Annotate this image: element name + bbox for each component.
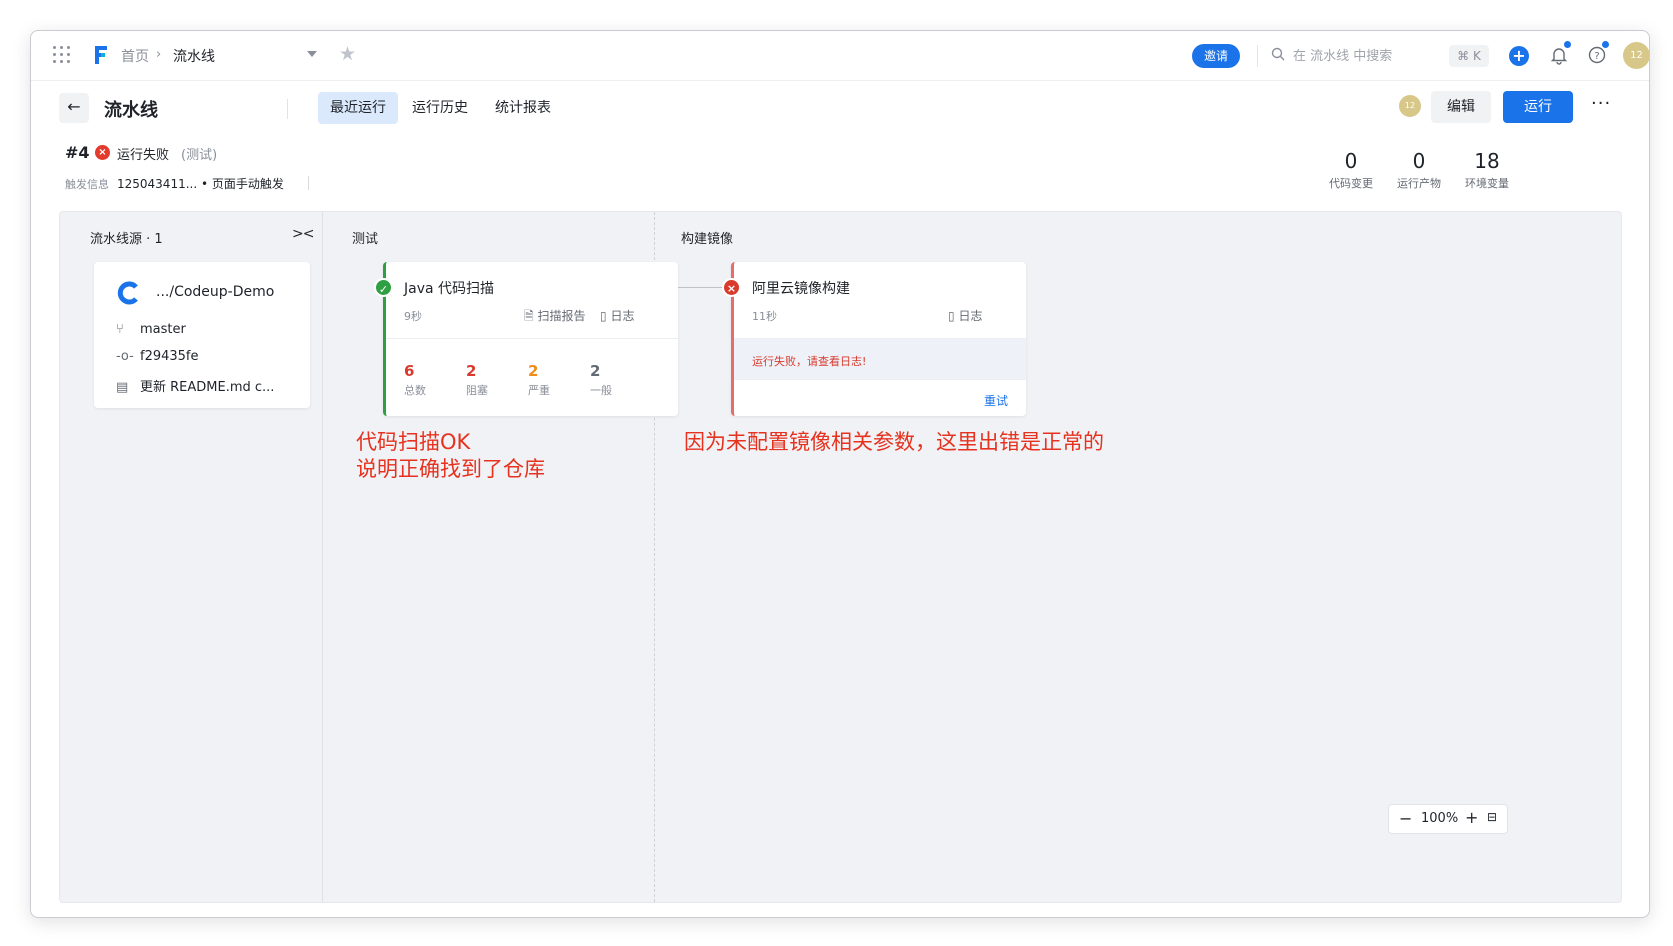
source-column-header: 流水线源 · 1 (90, 232, 163, 247)
error-icon: × (95, 145, 110, 160)
run-status: 运行失败 (117, 148, 170, 163)
search-icon (1271, 47, 1285, 61)
divider (386, 338, 678, 339)
source-card[interactable]: .../Codeup-Demo ⑂ master -o-f29435fe ▤ 更新 … (94, 262, 310, 408)
stage-header-build: 构建镜像 (681, 232, 734, 247)
search-input[interactable] (1293, 45, 1443, 67)
source-branch-row: ⑂ master (116, 322, 186, 337)
app-window: 首页 › 流水线 ★ 邀请 ⌘ K + ? 12 ← 流水线 最近运行 运行历史… (30, 30, 1650, 918)
avatar[interactable]: 12 (1623, 42, 1649, 69)
source-repo: .../Codeup-Demo (156, 284, 275, 300)
retry-button[interactable]: 重试 (984, 392, 1008, 409)
codeup-logo-icon (117, 281, 138, 305)
zoom-level: 100% (1421, 811, 1459, 826)
job-card-java-scan[interactable]: ✓ Java 代码扫描 9秒 🗎 扫描报告 ▯ 日志 6 总数 2 阻塞 2 严… (374, 262, 678, 416)
breadcrumb-separator: › (156, 47, 162, 62)
log-link[interactable]: ▯ 日志 (600, 307, 634, 324)
job-name: 阿里云镜像构建 (752, 281, 850, 297)
back-arrow-icon[interactable]: ← (59, 93, 89, 123)
metric-total[interactable]: 6 总数 (404, 362, 426, 398)
trigger-value[interactable]: 125043411... • 页面手动触发 (117, 175, 284, 192)
invite-button[interactable]: 邀请 (1192, 44, 1240, 68)
run-button[interactable]: 运行 (1503, 91, 1573, 123)
svg-text:?: ? (1594, 51, 1599, 62)
stat-code-changes[interactable]: 0 代码变更 (1323, 149, 1379, 191)
stat-artifacts[interactable]: 0 运行产物 (1391, 149, 1447, 191)
stage-connector (678, 287, 728, 288)
error-message: 运行失败，请查看日志! (752, 355, 867, 368)
column-divider (322, 212, 323, 902)
source-message-row: ▤ 更新 README.md c... (116, 380, 275, 395)
log-icon: ▯ (948, 309, 955, 323)
trigger-label: 触发信息 (65, 178, 109, 191)
divider (734, 379, 1026, 380)
edit-button[interactable]: 编辑 (1431, 91, 1491, 123)
more-icon[interactable]: ··· (1591, 93, 1611, 114)
tab-recent-runs[interactable]: 最近运行 (318, 92, 398, 124)
avatar[interactable]: 12 (1399, 95, 1421, 117)
metric-blocker[interactable]: 2 阻塞 (466, 362, 488, 398)
job-name: Java 代码扫描 (404, 281, 495, 297)
zoom-out-icon[interactable]: − (1399, 809, 1412, 828)
page-title: 流水线 (104, 100, 158, 121)
star-icon[interactable]: ★ (339, 43, 356, 65)
divider (1257, 45, 1258, 67)
metric-critical[interactable]: 2 严重 (528, 362, 550, 398)
divider (287, 99, 288, 119)
apps-grid-icon[interactable] (53, 46, 71, 64)
log-link[interactable]: ▯ 日志 (948, 307, 982, 324)
pipeline-canvas: 流水线源 · 1 >< 测试 构建镜像 .../Codeup-Demo ⑂ mas… (59, 211, 1622, 903)
job-duration: 11秒 (752, 310, 777, 323)
stat-env-vars[interactable]: 18 环境变量 (1459, 149, 1515, 191)
run-status-stage: (测试) (181, 148, 218, 163)
plus-circle-icon[interactable]: + (1509, 46, 1529, 66)
error-icon: × (722, 278, 741, 297)
annotation-scan-ok: 代码扫描OK 说明正确找到了仓库 (356, 430, 545, 481)
notification-dot (1564, 41, 1571, 48)
breadcrumb-home[interactable]: 首页 (121, 46, 149, 66)
success-check-icon: ✓ (374, 278, 393, 297)
log-icon: ▯ (600, 309, 607, 323)
source-commit-row: -o-f29435fe (116, 349, 199, 364)
job-duration: 9秒 (404, 310, 422, 323)
fit-view-icon[interactable]: ⊟ (1487, 810, 1497, 824)
tab-run-history[interactable]: 运行历史 (400, 92, 480, 124)
flow-logo-icon[interactable] (91, 43, 111, 67)
search-shortcut: ⌘ K (1449, 45, 1489, 67)
document-icon: ▤ (116, 380, 129, 395)
zoom-controls: − 100% + ⊟ (1388, 804, 1508, 834)
job-card-image-build[interactable]: × 阿里云镜像构建 11秒 ▯ 日志 运行失败，请查看日志! 重试 (722, 262, 1026, 416)
divider (308, 176, 309, 190)
report-icon: 🗎 (524, 309, 534, 323)
top-bar: 首页 › 流水线 ★ 邀请 ⌘ K + ? 12 (31, 31, 1649, 81)
collapse-icon[interactable]: >< (292, 226, 314, 242)
zoom-in-icon[interactable]: + (1465, 808, 1478, 827)
stage-header-test: 测试 (352, 232, 379, 247)
run-number: #4 (65, 143, 90, 162)
breadcrumb-current[interactable]: 流水线 (173, 46, 215, 66)
metric-normal[interactable]: 2 一般 (590, 362, 612, 398)
commit-icon: -o- (116, 349, 134, 364)
annotation-build-error: 因为未配置镜像相关参数，这里出错是正常的 (684, 430, 1104, 454)
scan-report-link[interactable]: 🗎 扫描报告 (524, 307, 586, 328)
tab-statistics[interactable]: 统计报表 (483, 92, 563, 124)
help-dot (1602, 41, 1609, 48)
branch-icon: ⑂ (116, 322, 124, 337)
caret-down-icon[interactable] (307, 51, 317, 57)
